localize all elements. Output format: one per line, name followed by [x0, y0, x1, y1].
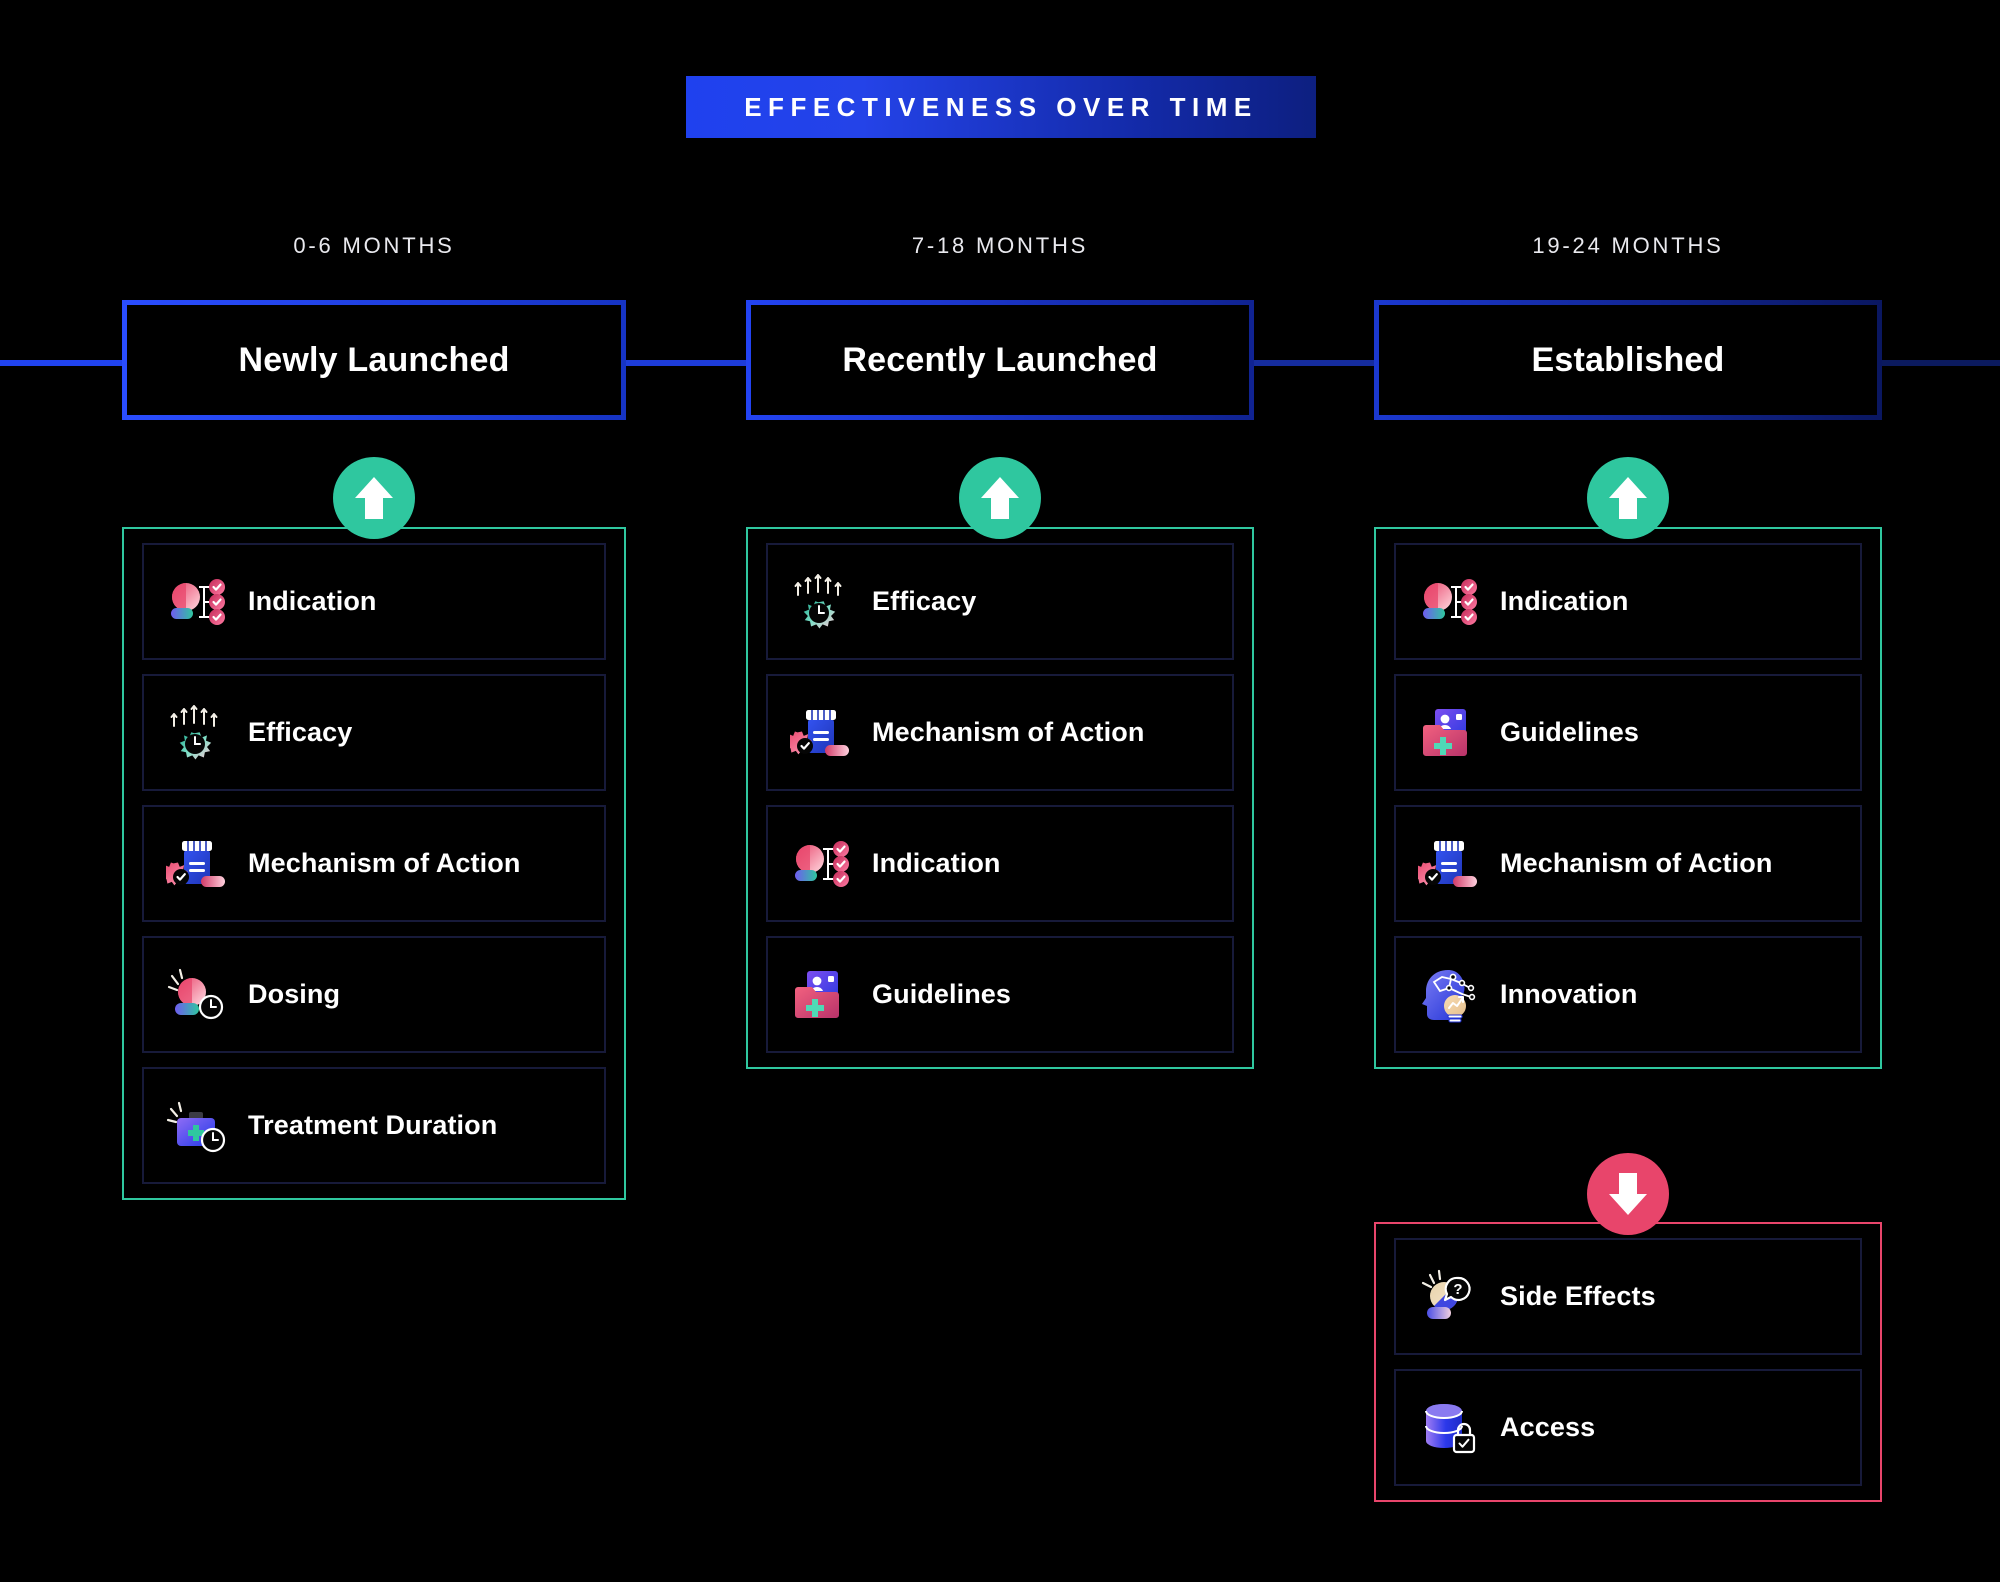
group-panel-stage-0-positive: Indication Efficacy Mechanism of Action … [122, 527, 626, 1200]
stage-header-established[interactable]: Established [1374, 300, 1882, 420]
list-item-label: Efficacy [872, 586, 977, 616]
connector-rail-1-2 [622, 360, 750, 366]
stage-title-1: Recently Launched [842, 340, 1158, 379]
list-item-label: Mechanism of Action [1500, 848, 1773, 878]
list-item[interactable]: Dosing [142, 936, 606, 1053]
diagram-canvas: EFFECTIVENESS OVER TIME 0-6 MONTHS 7-18 … [0, 0, 2000, 1582]
connector-rail-right [1878, 360, 2000, 366]
connector-rail-left [0, 360, 128, 366]
list-item-label: Mechanism of Action [872, 717, 1145, 747]
page-title: EFFECTIVENESS OVER TIME [744, 91, 1258, 122]
guidelines-icon [1418, 702, 1480, 764]
list-item-label: Dosing [248, 979, 341, 1009]
treatment-duration-icon [166, 1095, 228, 1157]
stage-title-0: Newly Launched [238, 340, 510, 379]
list-item-label: Indication [872, 848, 1001, 878]
stage-header-recently-launched[interactable]: Recently Launched [746, 300, 1254, 420]
list-item[interactable]: Mechanism of Action [1394, 805, 1862, 922]
arrow-up-badge-stage-0 [333, 457, 415, 539]
arrow-down-icon [1609, 1173, 1647, 1215]
svg-text:?: ? [1453, 1281, 1462, 1298]
list-item[interactable]: Mechanism of Action [142, 805, 606, 922]
dosing-icon [166, 964, 228, 1026]
period-label-1: 7-18 MONTHS [911, 233, 1089, 258]
list-item-label: Side Effects [1500, 1281, 1656, 1311]
list-item-label: Efficacy [248, 717, 353, 747]
list-item-label: Indication [1500, 586, 1629, 616]
list-item[interactable]: Indication [142, 543, 606, 660]
list-item-label: Guidelines [1500, 717, 1640, 747]
arrow-up-icon [981, 477, 1019, 519]
stage-title-2: Established [1531, 340, 1725, 379]
efficacy-icon [790, 571, 852, 633]
list-item[interactable]: ? Side Effects [1394, 1238, 1862, 1355]
list-item[interactable]: Guidelines [766, 936, 1234, 1053]
stage-header-newly-launched[interactable]: Newly Launched [122, 300, 626, 420]
side-effects-icon: ? [1418, 1266, 1480, 1328]
arrow-up-icon [355, 477, 393, 519]
list-item[interactable]: Efficacy [142, 674, 606, 791]
list-item-label: Treatment Duration [248, 1110, 498, 1140]
arrow-up-icon [1609, 477, 1647, 519]
list-item[interactable]: Indication [1394, 543, 1862, 660]
connector-rail-2-3 [1250, 360, 1378, 366]
period-label-2: 19-24 MONTHS [1532, 233, 1724, 258]
list-item[interactable]: Access [1394, 1369, 1862, 1486]
group-panel-stage-2-positive: Indication Guidelines Mechanism of Actio… [1374, 527, 1882, 1069]
innovation-icon [1418, 964, 1480, 1026]
mechanism-of-action-icon [166, 833, 228, 895]
list-item[interactable]: Guidelines [1394, 674, 1862, 791]
guidelines-icon [790, 964, 852, 1026]
period-label-0: 0-6 MONTHS [293, 233, 455, 258]
access-icon [1418, 1397, 1480, 1459]
list-item-label: Access [1500, 1412, 1596, 1442]
list-item-label: Indication [248, 586, 377, 616]
list-item[interactable]: Mechanism of Action [766, 674, 1234, 791]
arrow-up-badge-stage-2 [1587, 457, 1669, 539]
mechanism-of-action-icon [790, 702, 852, 764]
indication-icon [1418, 571, 1480, 633]
indication-icon [790, 833, 852, 895]
list-item-label: Innovation [1500, 979, 1638, 1009]
arrow-up-badge-stage-1 [959, 457, 1041, 539]
arrow-down-badge-stage-2 [1587, 1153, 1669, 1235]
mechanism-of-action-icon [1418, 833, 1480, 895]
group-panel-stage-1-positive: Efficacy Mechanism of Action Indication … [746, 527, 1254, 1069]
list-item[interactable]: Treatment Duration [142, 1067, 606, 1184]
group-panel-stage-2-negative: ? Side Effects Access [1374, 1222, 1882, 1502]
list-item[interactable]: Innovation [1394, 936, 1862, 1053]
page-title-banner: EFFECTIVENESS OVER TIME [686, 76, 1316, 138]
indication-icon [166, 571, 228, 633]
list-item[interactable]: Efficacy [766, 543, 1234, 660]
list-item[interactable]: Indication [766, 805, 1234, 922]
list-item-label: Guidelines [872, 979, 1012, 1009]
list-item-label: Mechanism of Action [248, 848, 521, 878]
efficacy-icon [166, 702, 228, 764]
